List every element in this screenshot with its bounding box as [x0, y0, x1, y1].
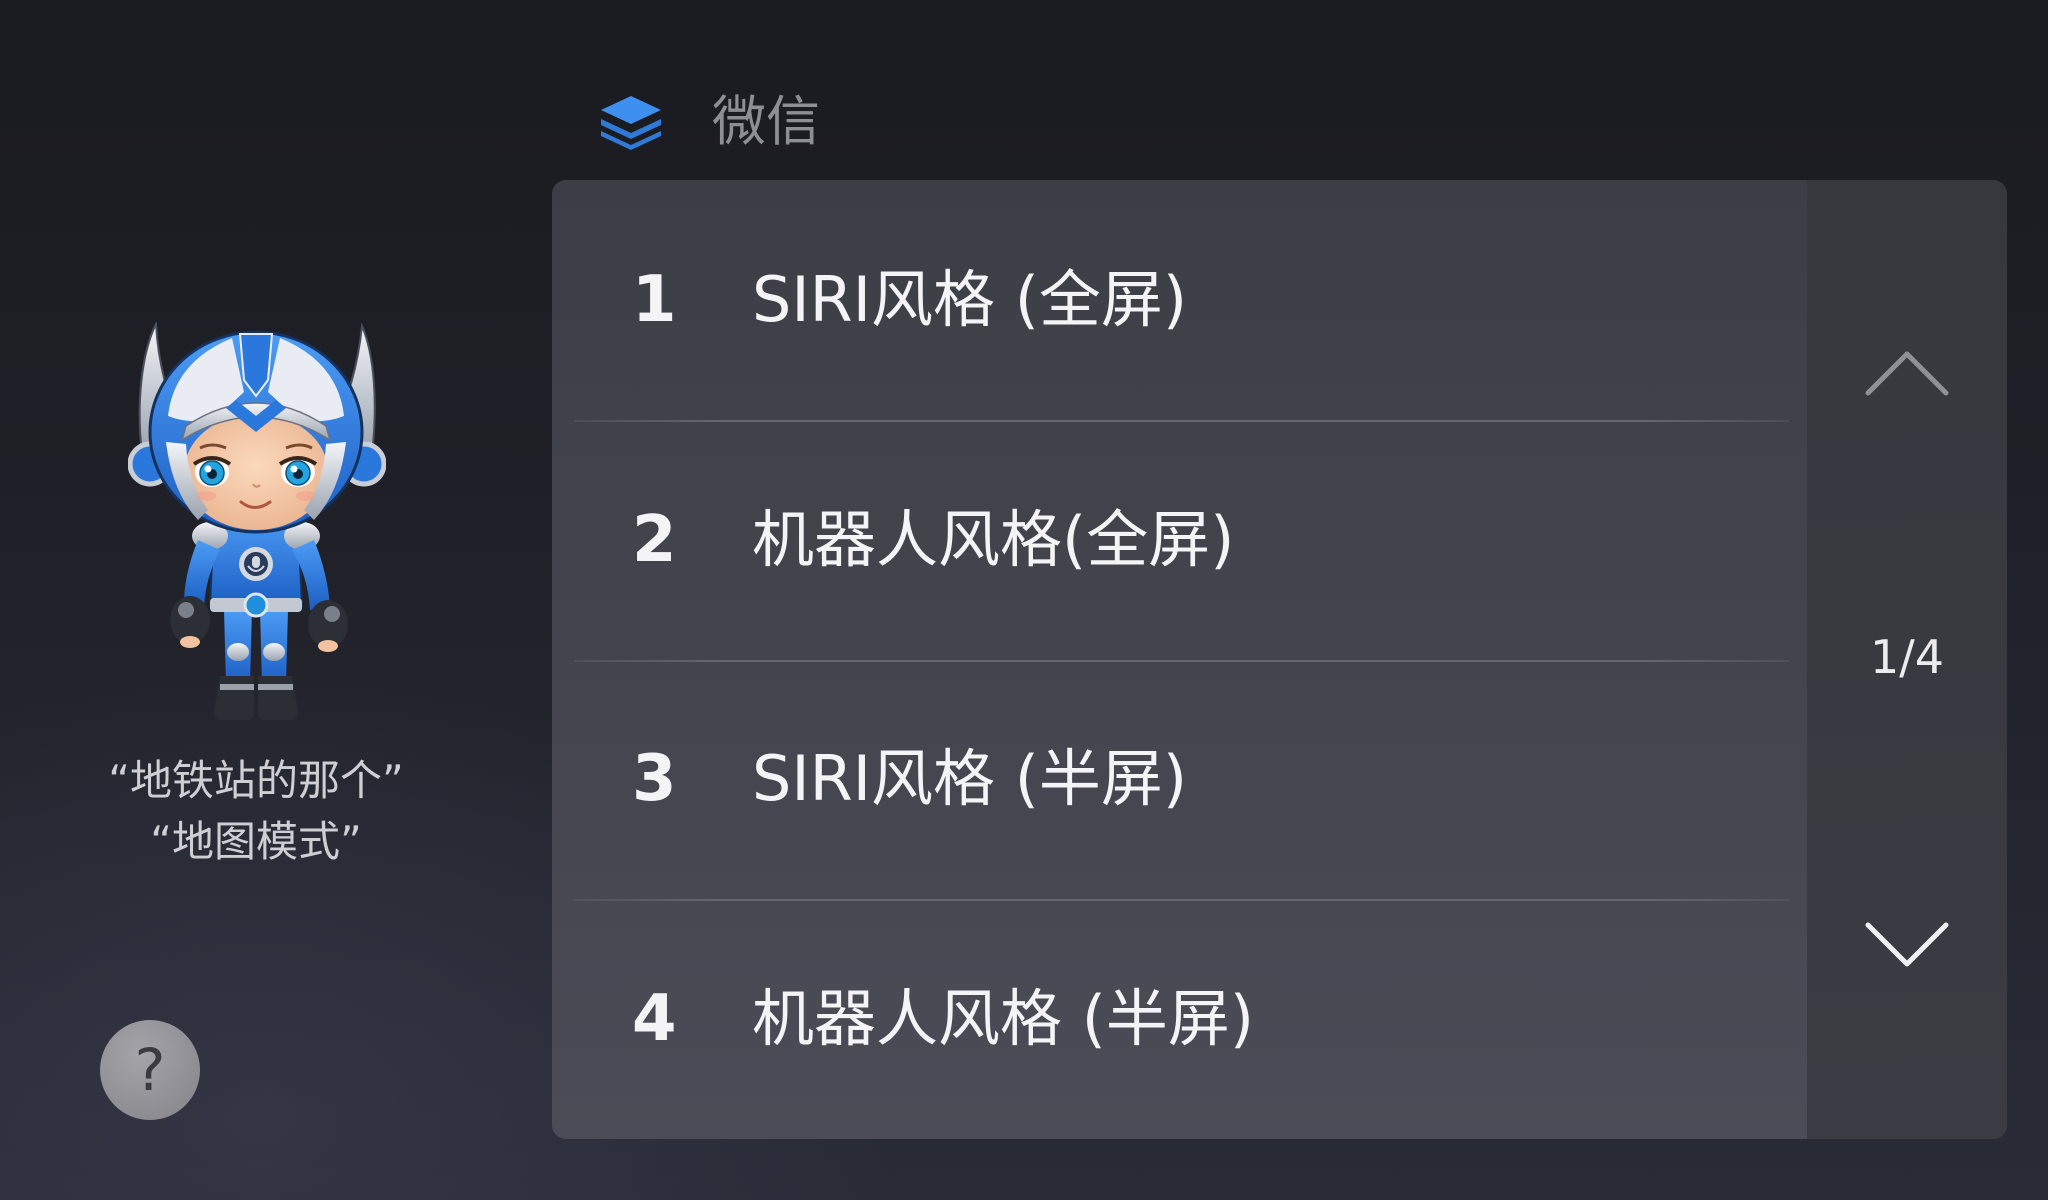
mascot-avatar	[128, 322, 386, 726]
help-button[interactable]: ?	[100, 1020, 200, 1120]
option-label: 机器人风格 (半屏)	[752, 982, 1255, 1056]
voice-hints: “地铁站的那个” “地图模式”	[40, 750, 472, 872]
option-label: SIRI风格 (半屏)	[752, 742, 1188, 816]
pager: 1/4	[1807, 180, 2007, 1139]
app-header: 微信	[598, 92, 820, 152]
options-list: 1 SIRI风格 (全屏) 2 机器人风格(全屏) 3 SIRI风格 (半屏) …	[552, 180, 1807, 1139]
layers-icon	[598, 94, 664, 150]
option-number: 3	[632, 742, 677, 817]
option-number: 4	[632, 982, 677, 1057]
page-up-button[interactable]	[1847, 330, 1967, 420]
option-row-3[interactable]: 3 SIRI风格 (半屏)	[552, 659, 1807, 900]
hint-line: “地图模式”	[150, 817, 362, 866]
option-label: SIRI风格 (全屏)	[752, 262, 1188, 336]
help-label: ?	[134, 1036, 166, 1104]
option-number: 1	[632, 262, 677, 337]
hint-line: “地铁站的那个”	[108, 756, 404, 805]
chevron-down-icon	[1865, 922, 1949, 967]
option-number: 2	[632, 502, 677, 577]
row-divider	[574, 419, 1789, 422]
page-down-button[interactable]	[1847, 898, 1967, 988]
row-divider	[574, 659, 1789, 662]
chevron-up-icon	[1865, 351, 1949, 396]
app-title: 微信	[712, 90, 820, 153]
row-divider	[574, 899, 1789, 902]
mascot-legs	[214, 610, 298, 720]
option-row-4[interactable]: 4 机器人风格 (半屏)	[552, 899, 1807, 1139]
option-row-2[interactable]: 2 机器人风格(全屏)	[552, 419, 1807, 660]
option-label: 机器人风格(全屏)	[752, 502, 1235, 576]
option-row-1[interactable]: 1 SIRI风格 (全屏)	[552, 180, 1807, 420]
page-indicator: 1/4	[1869, 630, 1945, 684]
options-panel: 1 SIRI风格 (全屏) 2 机器人风格(全屏) 3 SIRI风格 (半屏) …	[552, 180, 2007, 1139]
